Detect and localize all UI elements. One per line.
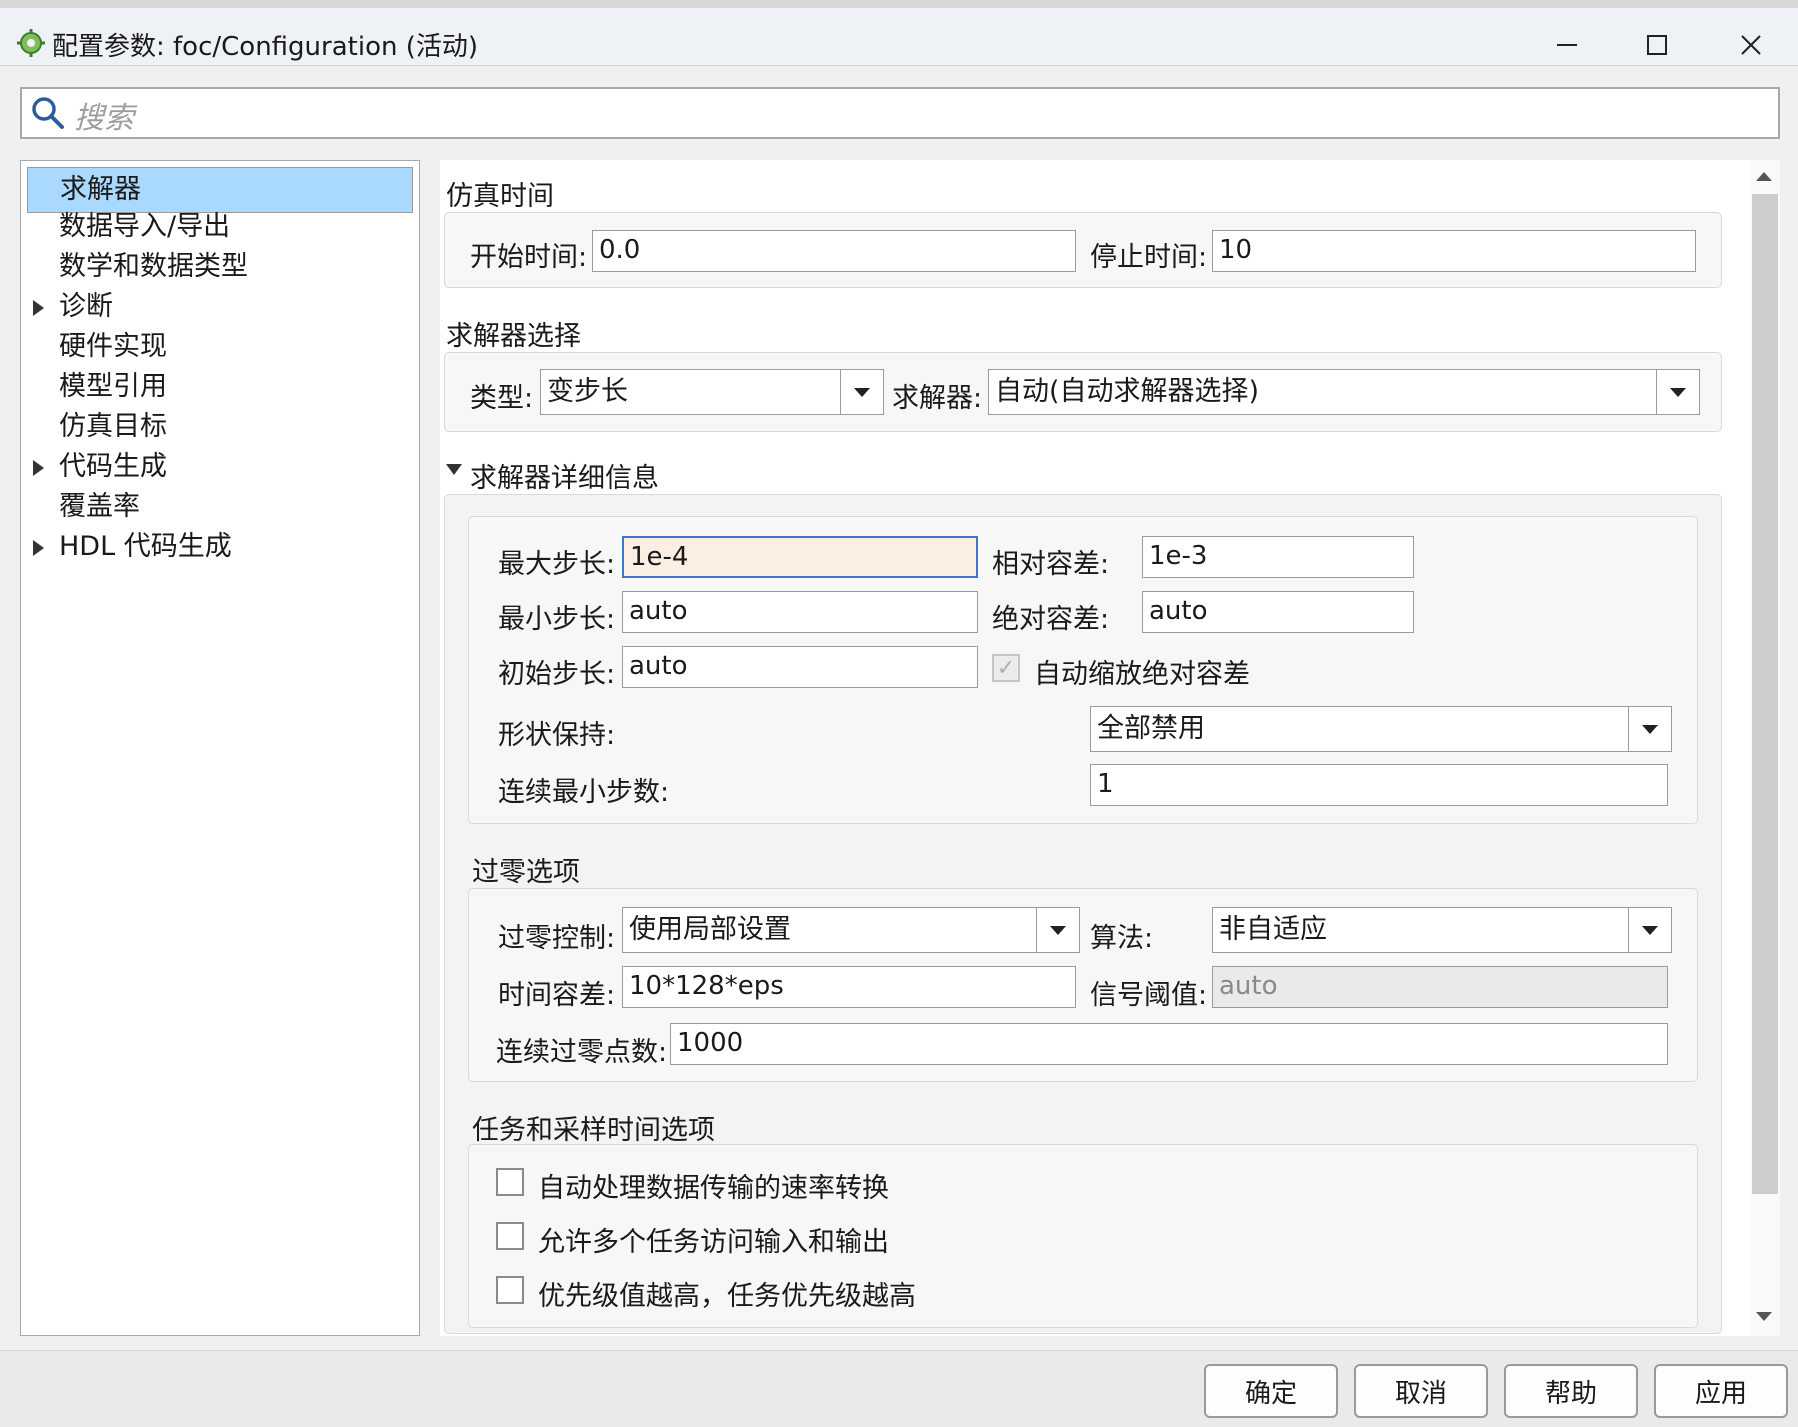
start-time-input[interactable]: 0.0 [592, 230, 1076, 272]
tree-item-label: 数据导入/导出 [59, 211, 231, 242]
minimize-button[interactable] [1522, 16, 1612, 74]
stop-time-label: 停止时间: [1090, 242, 1208, 273]
init-step-input[interactable]: auto [622, 646, 978, 688]
tree-item-label: 代码生成 [59, 451, 167, 482]
scroll-up-icon[interactable] [1756, 172, 1772, 181]
expand-triangle-icon[interactable] [33, 300, 44, 316]
solver-label: 求解器: [892, 383, 983, 414]
ok-button[interactable]: 确定 [1204, 1364, 1338, 1418]
chevron-down-icon[interactable] [1036, 908, 1079, 952]
tree-item-label: HDL 代码生成 [59, 531, 232, 562]
search-input[interactable]: 搜索 [74, 93, 134, 137]
apply-button[interactable]: 应用 [1654, 1364, 1788, 1418]
collapse-triangle-icon[interactable] [446, 464, 462, 475]
title-bar: 配置参数: foc/Configuration (活动) [0, 8, 1798, 66]
search-box[interactable]: 搜索 [20, 87, 1780, 139]
type-label: 类型: [470, 383, 534, 414]
help-button[interactable]: 帮助 [1504, 1364, 1638, 1418]
app-gear-icon [16, 28, 46, 58]
tree-item-label: 模型引用 [59, 371, 167, 402]
tree-item-label: 仿真目标 [59, 411, 167, 442]
tree-item-label: 硬件实现 [59, 331, 167, 362]
tree-item-math-data-types[interactable]: 数学和数据类型 [21, 247, 419, 287]
tree-item-label: 求解器 [60, 174, 141, 205]
maximize-icon [1647, 35, 1667, 55]
max-step-input[interactable]: 1e-4 [622, 536, 978, 578]
solver-dropdown-value: 自动(自动求解器选择) [995, 376, 1260, 407]
zero-crossing-title: 过零选项 [472, 857, 580, 888]
tree-item-label: 数学和数据类型 [59, 251, 248, 282]
expand-triangle-icon[interactable] [33, 460, 44, 476]
chevron-down-icon[interactable] [1628, 707, 1671, 751]
rate-transition-label: 自动处理数据传输的速率转换 [538, 1173, 889, 1204]
init-step-label: 初始步长: [498, 659, 616, 690]
consec-zc-input[interactable]: 1000 [670, 1023, 1668, 1065]
tree-item-model-reference[interactable]: 模型引用 [21, 367, 419, 407]
tree-item-diagnostics[interactable]: 诊断 [21, 287, 419, 327]
tree-item-code-generation[interactable]: 代码生成 [21, 447, 419, 487]
max-step-label: 最大步长: [498, 549, 616, 580]
min-step-input[interactable]: auto [622, 591, 978, 633]
time-tol-label: 时间容差: [498, 980, 616, 1011]
window-title: 配置参数: foc/Configuration (活动) [52, 32, 479, 62]
stop-time-input[interactable]: 10 [1212, 230, 1696, 272]
consec-zc-label: 连续过零点数: [496, 1037, 668, 1068]
priority-label: 优先级值越高，任务优先级越高 [538, 1281, 916, 1312]
tree-item-coverage[interactable]: 覆盖率 [21, 487, 419, 527]
min-step-label: 最小步长: [498, 604, 616, 635]
consec-min-step-label: 连续最小步数: [498, 777, 670, 808]
type-dropdown[interactable]: 变步长 [540, 369, 884, 415]
type-dropdown-value: 变步长 [547, 376, 628, 407]
rate-transition-checkbox[interactable] [496, 1168, 524, 1196]
priority-checkbox[interactable] [496, 1276, 524, 1304]
abs-tol-label: 绝对容差: [992, 604, 1110, 635]
shape-dropdown[interactable]: 全部禁用 [1090, 706, 1672, 752]
search-icon [30, 95, 66, 135]
chevron-down-icon[interactable] [1656, 370, 1699, 414]
shape-label: 形状保持: [498, 720, 616, 751]
close-icon [1741, 35, 1761, 55]
start-time-label: 开始时间: [470, 242, 588, 273]
category-tree: 求解器 数据导入/导出 数学和数据类型 诊断 硬件实现 模型引用 仿真目标 代码… [20, 160, 420, 1336]
shape-dropdown-value: 全部禁用 [1097, 713, 1205, 744]
multitask-io-label: 允许多个任务访问输入和输出 [538, 1227, 889, 1258]
time-tol-input[interactable]: 10*128*eps [622, 966, 1076, 1008]
tree-item-label: 诊断 [59, 291, 113, 322]
solver-details-title: 求解器详细信息 [470, 463, 659, 494]
algorithm-label: 算法: [1090, 923, 1154, 954]
close-button[interactable] [1706, 16, 1796, 74]
tree-item-data-import-export[interactable]: 数据导入/导出 [21, 207, 419, 247]
solver-dropdown[interactable]: 自动(自动求解器选择) [988, 369, 1700, 415]
chevron-down-icon[interactable] [1628, 908, 1671, 952]
maximize-button[interactable] [1612, 16, 1702, 74]
consec-min-step-input[interactable]: 1 [1090, 764, 1668, 806]
tree-item-sim-target[interactable]: 仿真目标 [21, 407, 419, 447]
minimize-icon [1557, 44, 1577, 46]
zc-control-value: 使用局部设置 [629, 914, 791, 945]
tasking-title: 任务和采样时间选项 [472, 1115, 715, 1146]
signal-threshold-input: auto [1212, 966, 1668, 1008]
auto-scale-label: 自动缩放绝对容差 [1034, 659, 1250, 690]
rel-tol-input[interactable]: 1e-3 [1142, 536, 1414, 578]
scroll-down-icon[interactable] [1756, 1312, 1772, 1321]
cancel-button[interactable]: 取消 [1354, 1364, 1488, 1418]
multitask-io-checkbox[interactable] [496, 1222, 524, 1250]
sim-time-title: 仿真时间 [446, 181, 554, 212]
solver-select-title: 求解器选择 [446, 321, 581, 352]
tree-item-label: 覆盖率 [59, 491, 140, 522]
algorithm-value: 非自适应 [1219, 914, 1327, 945]
zc-control-dropdown[interactable]: 使用局部设置 [622, 907, 1080, 953]
rel-tol-label: 相对容差: [992, 549, 1110, 580]
tree-item-hdl-code-generation[interactable]: HDL 代码生成 [21, 527, 419, 567]
scrollbar-thumb[interactable] [1752, 194, 1778, 1194]
algorithm-dropdown[interactable]: 非自适应 [1212, 907, 1672, 953]
expand-triangle-icon[interactable] [33, 540, 44, 556]
abs-tol-input[interactable]: auto [1142, 591, 1414, 633]
zc-control-label: 过零控制: [498, 923, 616, 954]
tree-item-hardware[interactable]: 硬件实现 [21, 327, 419, 367]
chevron-down-icon[interactable] [840, 370, 883, 414]
auto-scale-checkbox[interactable]: ✓ [992, 654, 1020, 682]
signal-threshold-label: 信号阈值: [1090, 980, 1208, 1011]
